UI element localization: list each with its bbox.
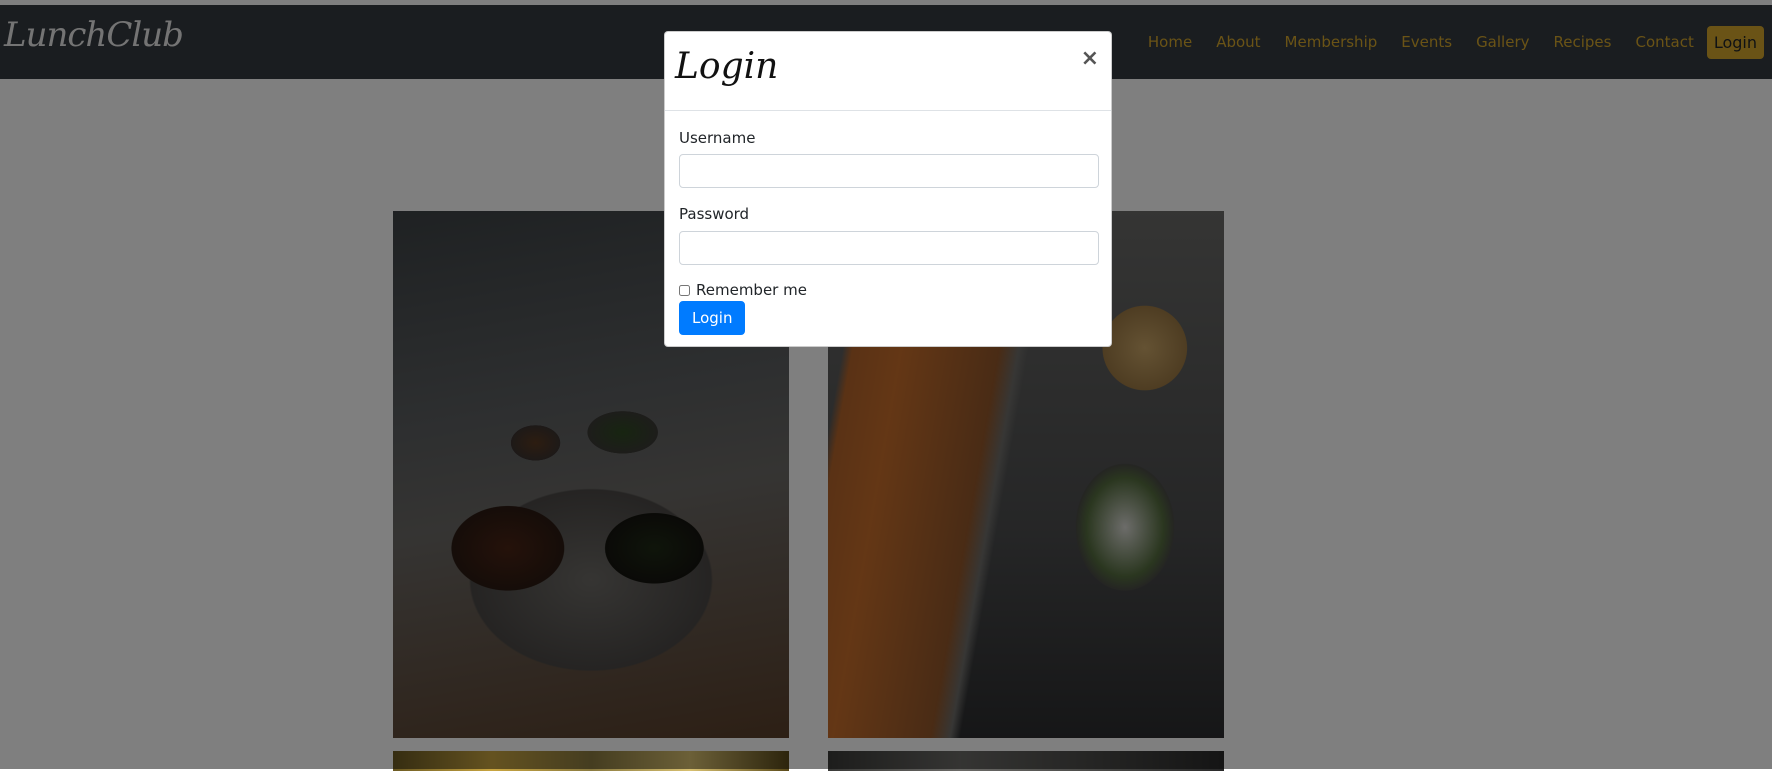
modal-header: Login × <box>665 32 1111 111</box>
username-label: Username <box>679 129 756 147</box>
remember-me-row: Remember me <box>679 281 807 299</box>
close-icon[interactable]: × <box>1081 46 1099 71</box>
password-input[interactable] <box>679 231 1099 265</box>
password-label: Password <box>679 205 750 223</box>
login-modal: Login × Username Password Remember me Lo… <box>664 31 1112 347</box>
modal-title: Login <box>675 46 779 87</box>
login-submit-button[interactable]: Login <box>679 301 746 335</box>
remember-me-label[interactable]: Remember me <box>696 281 807 299</box>
username-input[interactable] <box>679 154 1099 188</box>
remember-me-checkbox[interactable] <box>679 284 690 296</box>
